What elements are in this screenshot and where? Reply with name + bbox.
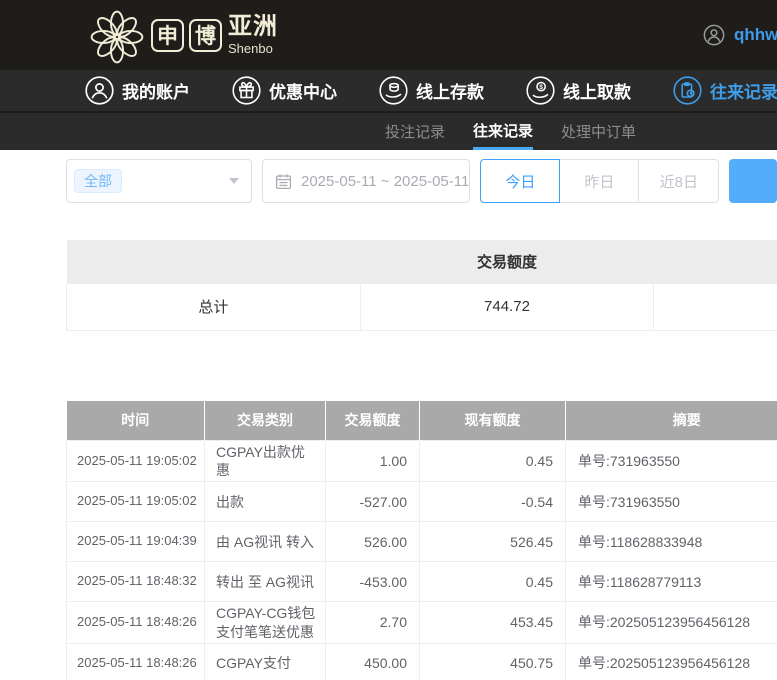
nav-item-withdraw[interactable]: $ 线上取款 (526, 76, 631, 105)
brand-char-bo: 博 (189, 19, 222, 52)
cell-type: 由 AG视讯 转入 (205, 522, 326, 562)
quick-range-group: 今日 昨日 近8日 (480, 159, 719, 203)
table-row: 2025-05-11 19:05:02 CGPAY出款优惠 1.00 0.45 … (67, 441, 777, 482)
cell-summary: 单号:118628833948 (566, 522, 777, 562)
page: 申 博 亚洲 Shenbo qhhw 我的账户 (0, 0, 777, 680)
top-header: 申 博 亚洲 Shenbo qhhw (0, 0, 777, 70)
nav-label: 往来记录 (710, 78, 777, 103)
cell-time: 2025-05-11 19:05:02 (67, 482, 205, 522)
cell-type: CGPAY-CG钱包支付笔笔送优惠 (205, 602, 326, 643)
summary-row: 总计 744.72 (67, 283, 777, 330)
tab-transaction-records[interactable]: 往来记录 (473, 113, 533, 150)
cell-type: 转出 至 AG视讯 (205, 562, 326, 602)
filter-row: 全部 2025-05-11 ~ 2025-05-11 今日 昨日 近8日 (66, 159, 777, 203)
col-type: 交易类别 (205, 401, 326, 441)
user-account[interactable]: qhhw (703, 0, 777, 70)
table-row: 2025-05-11 19:04:39 由 AG视讯 转入 526.00 526… (67, 522, 777, 562)
cell-summary: 单号:202505123956456128 (566, 643, 777, 680)
today-button[interactable]: 今日 (480, 159, 560, 203)
user-icon (85, 76, 114, 105)
brand-region: 亚洲 (228, 15, 278, 39)
deposit-icon (379, 76, 408, 105)
cell-time: 2025-05-11 18:48:26 (67, 643, 205, 680)
date-range-value: 2025-05-11 ~ 2025-05-11 (301, 173, 469, 190)
brand-logo[interactable]: 申 博 亚洲 Shenbo (0, 5, 278, 66)
selected-type-tag: 全部 (74, 169, 122, 193)
nav-label: 线上取款 (563, 78, 631, 103)
main-nav: 我的账户 优惠中心 线上存款 $ (0, 70, 777, 111)
table-row: 2025-05-11 18:48:26 CGPAY-CG钱包支付笔笔送优惠 2.… (67, 602, 777, 643)
cell-balance: -0.54 (420, 482, 566, 522)
col-balance: 现有额度 (420, 401, 566, 441)
cell-type: CGPAY出款优惠 (205, 441, 326, 482)
cell-type: CGPAY支付 (205, 643, 326, 680)
cell-type: 出款 (205, 482, 326, 522)
nav-item-my-account[interactable]: 我的账户 (85, 76, 190, 105)
summary-empty-cell (654, 283, 777, 330)
transactions-table: 时间 交易类别 交易额度 现有额度 摘要 2025-05-11 19:05:02… (66, 401, 777, 680)
calendar-icon (275, 173, 292, 190)
cell-balance: 450.75 (420, 643, 566, 680)
cell-time: 2025-05-11 18:48:32 (67, 562, 205, 602)
cell-amount: 2.70 (326, 602, 420, 643)
user-avatar-icon (703, 24, 725, 46)
withdraw-icon: $ (526, 76, 555, 105)
flower-logo-icon (88, 8, 146, 66)
last-8-days-button[interactable]: 近8日 (639, 159, 719, 203)
cell-balance: 0.45 (420, 441, 566, 482)
records-icon (673, 76, 702, 105)
cell-summary: 单号:731963550 (566, 441, 777, 482)
cell-time: 2025-05-11 19:05:02 (67, 441, 205, 482)
summary-table: 交易额度 总计 744.72 (66, 240, 777, 331)
table-row: 2025-05-11 18:48:32 转出 至 AG视讯 -453.00 0.… (67, 562, 777, 602)
cell-amount: 1.00 (326, 441, 420, 482)
transactions-header-row: 时间 交易类别 交易额度 现有额度 摘要 (67, 401, 777, 441)
col-summary: 摘要 (566, 401, 777, 441)
table-row: 2025-05-11 18:48:26 CGPAY支付 450.00 450.7… (67, 643, 777, 680)
nav-item-promotions[interactable]: 优惠中心 (232, 76, 337, 105)
summary-total-value: 744.72 (360, 283, 654, 330)
cell-summary: 单号:731963550 (566, 482, 777, 522)
type-select[interactable]: 全部 (66, 159, 252, 203)
nav-label: 线上存款 (416, 78, 484, 103)
date-range-input[interactable]: 2025-05-11 ~ 2025-05-11 (262, 159, 470, 203)
cell-balance: 0.45 (420, 562, 566, 602)
cell-amount: -453.00 (326, 562, 420, 602)
svg-text:$: $ (539, 84, 543, 91)
nav-item-records[interactable]: 往来记录 (673, 76, 777, 105)
tab-pending-orders[interactable]: 处理中订单 (561, 113, 636, 150)
content-area: 全部 2025-05-11 ~ 2025-05-11 今日 昨日 近8日 (0, 150, 777, 680)
username-text: qhhw (734, 25, 777, 45)
cell-amount: 526.00 (326, 522, 420, 562)
cell-time: 2025-05-11 18:48:26 (67, 602, 205, 643)
cell-summary: 单号:118628779113 (566, 562, 777, 602)
cell-time: 2025-05-11 19:04:39 (67, 522, 205, 562)
table-row: 2025-05-11 19:05:02 出款 -527.00 -0.54 单号:… (67, 482, 777, 522)
nav-label: 我的账户 (122, 78, 190, 103)
nav-item-deposit[interactable]: 线上存款 (379, 76, 484, 105)
summary-total-label: 总计 (67, 283, 361, 330)
cell-balance: 453.45 (420, 602, 566, 643)
col-time: 时间 (67, 401, 205, 441)
cell-balance: 526.45 (420, 522, 566, 562)
col-amount: 交易额度 (326, 401, 420, 441)
chevron-down-icon (229, 178, 239, 184)
tab-betting-records[interactable]: 投注记录 (385, 113, 445, 150)
brand-char-shen: 申 (151, 19, 184, 52)
cell-summary: 单号:202505123956456128 (566, 602, 777, 643)
brand-latin: Shenbo (228, 42, 278, 55)
cell-amount: -527.00 (326, 482, 420, 522)
yesterday-button[interactable]: 昨日 (560, 159, 639, 203)
cell-amount: 450.00 (326, 643, 420, 680)
sub-nav: 投注记录 往来记录 处理中订单 (0, 111, 777, 150)
search-button[interactable] (729, 159, 777, 203)
summary-table-title: 交易额度 (67, 240, 777, 283)
nav-label: 优惠中心 (269, 78, 337, 103)
gift-icon (232, 76, 261, 105)
